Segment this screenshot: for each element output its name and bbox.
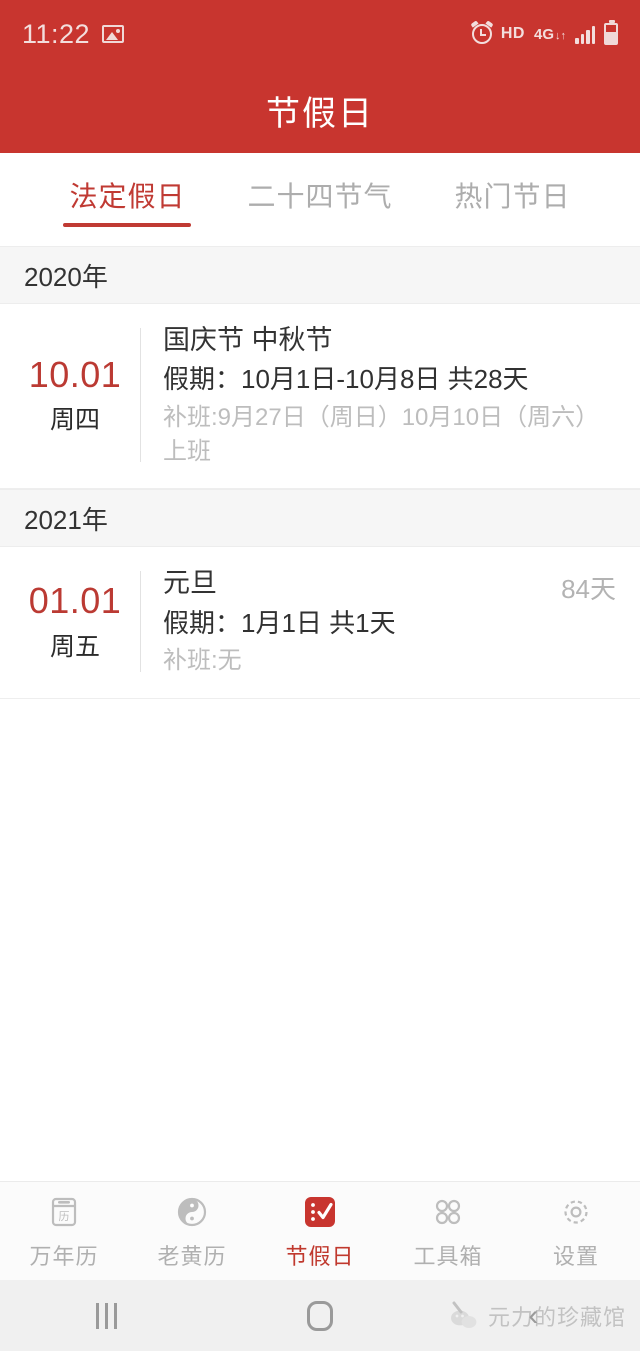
row-date: 01.01	[28, 580, 122, 622]
network-arrows: ↓↑	[555, 29, 566, 42]
signal-bars-icon	[575, 24, 595, 44]
nav-label: 设置	[552, 1243, 599, 1269]
row-holiday-name: 国庆节 中秋节	[163, 325, 333, 355]
battery-icon	[604, 20, 618, 45]
row-info-column: 元旦 假期：1月1日 共1天 补班:无	[163, 565, 549, 678]
row-date: 10.01	[28, 353, 122, 395]
row-makeup-workdays: 补班:9月27日（周日）10月10日（周六）上班	[163, 404, 600, 465]
row-holiday-period: 假期：10月1日-10月8日 共28天	[163, 364, 529, 395]
phone-screen: 11:22 HD 4G ↓↑ 节假日 法定假日 二十四节气 热门节日 2020年…	[0, 0, 640, 1351]
tab-popular-festivals[interactable]: 热门节日	[445, 169, 581, 231]
row-makeup-workdays: 补班:无	[163, 647, 242, 675]
section-header-2020: 2020年	[0, 246, 640, 304]
row-weekday: 周五	[49, 632, 100, 661]
row-info-column: 国庆节 中秋节 假期：10月1日-10月8日 共28天 补班:9月27日（周日）…	[163, 322, 604, 468]
network-4g-label: 4G	[533, 25, 554, 43]
table-row[interactable]: 01.01 周五 元旦 假期：1月1日 共1天 补班:无 84天	[0, 547, 640, 700]
android-navigation-bar: ‹ 元力的珍藏馆	[0, 1280, 640, 1351]
row-weekday: 周四	[49, 406, 100, 435]
gear-icon	[556, 1192, 596, 1232]
row-divider	[140, 571, 141, 673]
tab-solar-terms[interactable]: 二十四节气	[237, 169, 402, 231]
app-bar: 节假日	[0, 68, 640, 153]
status-bar-left: 11:22	[22, 18, 125, 50]
page-title: 节假日	[266, 95, 374, 133]
nav-label: 老黄历	[157, 1243, 227, 1269]
section-header-2021: 2021年	[0, 489, 640, 548]
row-holiday-name: 元旦	[163, 568, 217, 599]
hd-icon: HD	[500, 25, 525, 42]
nav-label: 万年历	[29, 1243, 99, 1269]
recents-icon	[96, 1302, 118, 1329]
almanac-calendar-icon: 历	[44, 1192, 84, 1232]
status-bar-right: HD 4G ↓↑	[470, 20, 618, 45]
status-bar: 11:22 HD 4G ↓↑	[0, 0, 640, 68]
checklist-icon	[300, 1192, 340, 1232]
network-4g-icon: 4G ↓↑	[534, 27, 566, 42]
nav-item-old-almanac[interactable]: 老黄历	[128, 1192, 256, 1271]
back-button[interactable]: ‹	[427, 1298, 640, 1332]
yinyang-icon	[172, 1192, 212, 1232]
nav-item-settings[interactable]: 设置	[512, 1192, 640, 1271]
row-date-column: 01.01 周五	[10, 580, 140, 662]
row-countdown: 84天	[561, 574, 616, 605]
status-time: 11:22	[22, 18, 91, 49]
recents-button[interactable]	[0, 1302, 213, 1329]
nav-label: 工具箱	[413, 1243, 483, 1269]
row-divider	[140, 328, 141, 463]
alarm-icon	[470, 20, 494, 44]
table-row[interactable]: 10.01 周四 国庆节 中秋节 假期：10月1日-10月8日 共28天 补班:…	[0, 304, 640, 490]
nav-item-toolbox[interactable]: 工具箱	[384, 1192, 512, 1271]
back-icon: ‹	[528, 1298, 539, 1332]
row-holiday-period: 假期：1月1日 共1天	[163, 607, 396, 638]
tab-bar: 法定假日 二十四节气 热门节日	[0, 153, 640, 246]
tab-statutory-holidays[interactable]: 法定假日	[59, 169, 195, 231]
grid-apps-icon	[428, 1192, 468, 1232]
home-button[interactable]	[213, 1300, 426, 1331]
nav-item-perpetual-calendar[interactable]: 历 万年历	[0, 1192, 128, 1271]
row-date-column: 10.01 周四	[10, 354, 140, 436]
svg-text:历: 历	[59, 1210, 70, 1223]
nav-label: 节假日	[285, 1243, 355, 1269]
home-icon	[306, 1300, 333, 1331]
nav-item-holidays[interactable]: 节假日	[256, 1192, 384, 1271]
screenshot-photo-icon	[102, 25, 125, 43]
holiday-list: 2020年 10.01 周四 国庆节 中秋节 假期：10月1日-10月8日 共2…	[0, 246, 640, 1181]
bottom-nav: 历 万年历 老黄历 节假日 工具箱 设置	[0, 1181, 640, 1280]
